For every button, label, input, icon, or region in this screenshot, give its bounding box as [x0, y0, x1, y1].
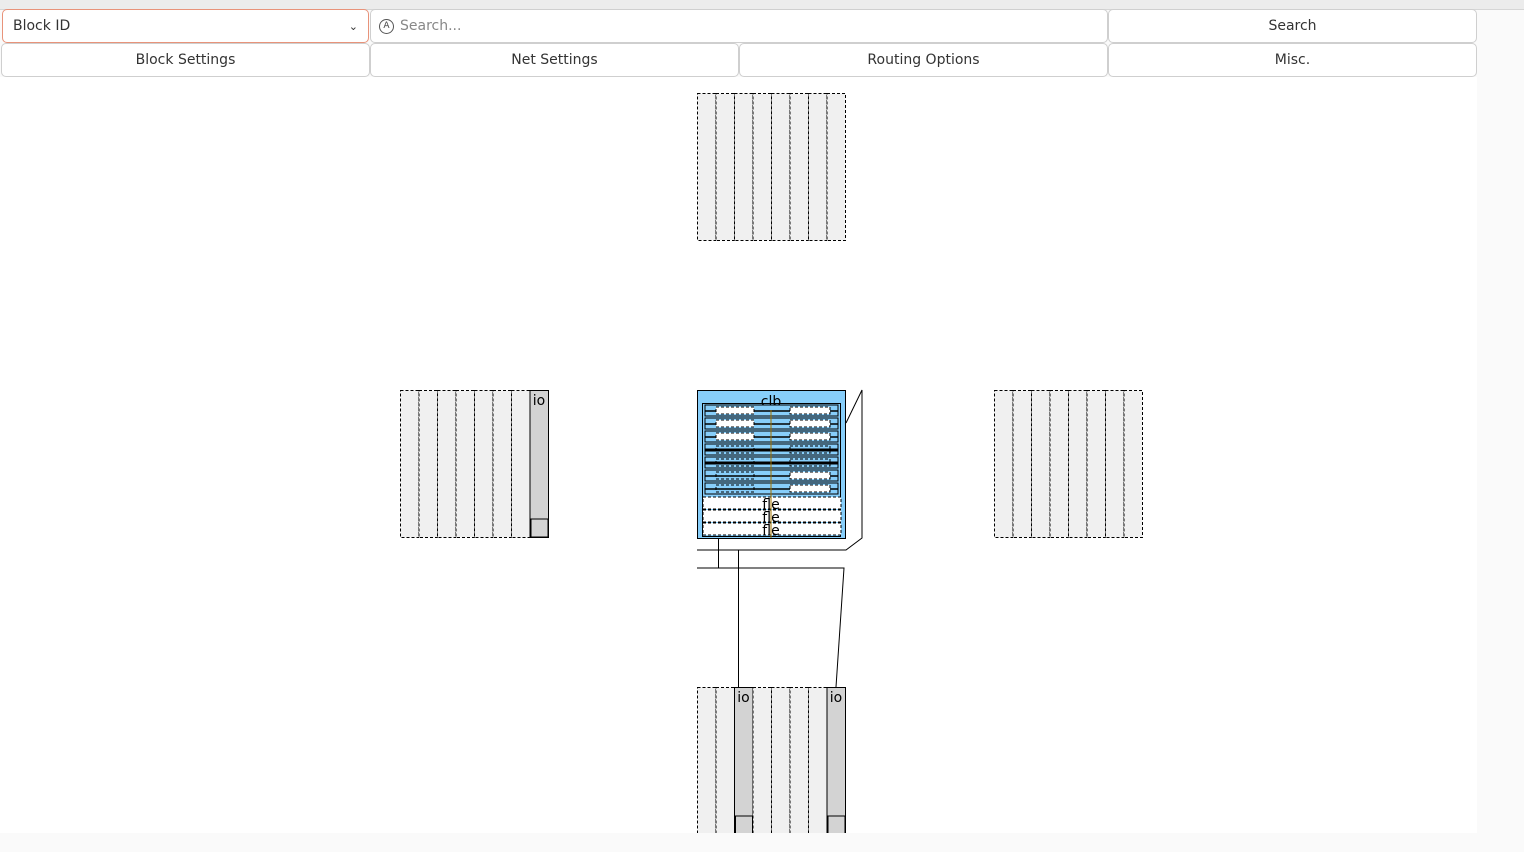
tile-column [1105, 390, 1125, 538]
tab-label: Block Settings [135, 52, 236, 68]
tile-column [697, 687, 717, 835]
block-select-value: Block ID [13, 18, 71, 34]
tile-column [437, 390, 457, 538]
tile-right[interactable] [994, 390, 1143, 538]
tile-column [1068, 390, 1088, 538]
tile-column [1012, 390, 1032, 538]
tab-routing-options[interactable]: Routing Options [739, 43, 1108, 77]
tile-bottom[interactable]: io io [697, 687, 846, 835]
tile-column [789, 687, 809, 835]
tile-column [511, 390, 531, 538]
search-icon: A [379, 18, 394, 34]
tile-column [771, 93, 791, 241]
chevron-down-icon: ⌄ [348, 19, 358, 33]
tile-top[interactable] [697, 93, 846, 241]
search-placeholder: Search... [400, 18, 462, 34]
tile-column [1031, 390, 1051, 538]
tile-column [826, 93, 846, 241]
tile-column [492, 390, 512, 538]
tile-column [789, 93, 809, 241]
tile-column [808, 93, 828, 241]
tile-column [418, 390, 438, 538]
clb-block[interactable]: clb fleflefle [697, 390, 846, 540]
tab-label: Routing Options [867, 52, 980, 68]
tile-column [808, 687, 828, 835]
block-id-select[interactable]: Block ID ⌄ [2, 9, 369, 43]
tab-label: Net Settings [511, 52, 598, 68]
tile-column [715, 93, 735, 241]
io-label: io [830, 690, 842, 706]
tile-column [1123, 390, 1143, 538]
fpga-drawing[interactable]: io io io clb fleflefle [0, 77, 1477, 835]
tab-block-settings[interactable]: Block Settings [1, 43, 370, 77]
tile-column [752, 687, 772, 835]
tile-column [734, 93, 754, 241]
tab-label: Misc. [1274, 52, 1311, 68]
tile-column [994, 390, 1014, 538]
tile-column [455, 390, 475, 538]
io-block[interactable] [826, 687, 846, 835]
tile-column [752, 93, 772, 241]
search-input[interactable]: A Search... [370, 9, 1108, 43]
tab-misc[interactable]: Misc. [1108, 43, 1477, 77]
tile-column [1086, 390, 1106, 538]
tile-column [771, 687, 791, 835]
tile-column [400, 390, 420, 538]
io-label: io [533, 393, 545, 409]
tab-net-settings[interactable]: Net Settings [370, 43, 739, 77]
io-block[interactable] [529, 390, 549, 538]
io-label: io [737, 690, 749, 706]
search-button[interactable]: Search [1108, 9, 1477, 43]
search-button-label: Search [1268, 18, 1317, 34]
tile-column [474, 390, 494, 538]
tile-column [697, 93, 717, 241]
io-block[interactable] [734, 687, 754, 835]
fpga-canvas[interactable]: io io io clb fle fle fle [0, 77, 1477, 835]
tile-column [1049, 390, 1069, 538]
tile-column [715, 687, 735, 835]
tile-left[interactable]: io [400, 390, 549, 538]
